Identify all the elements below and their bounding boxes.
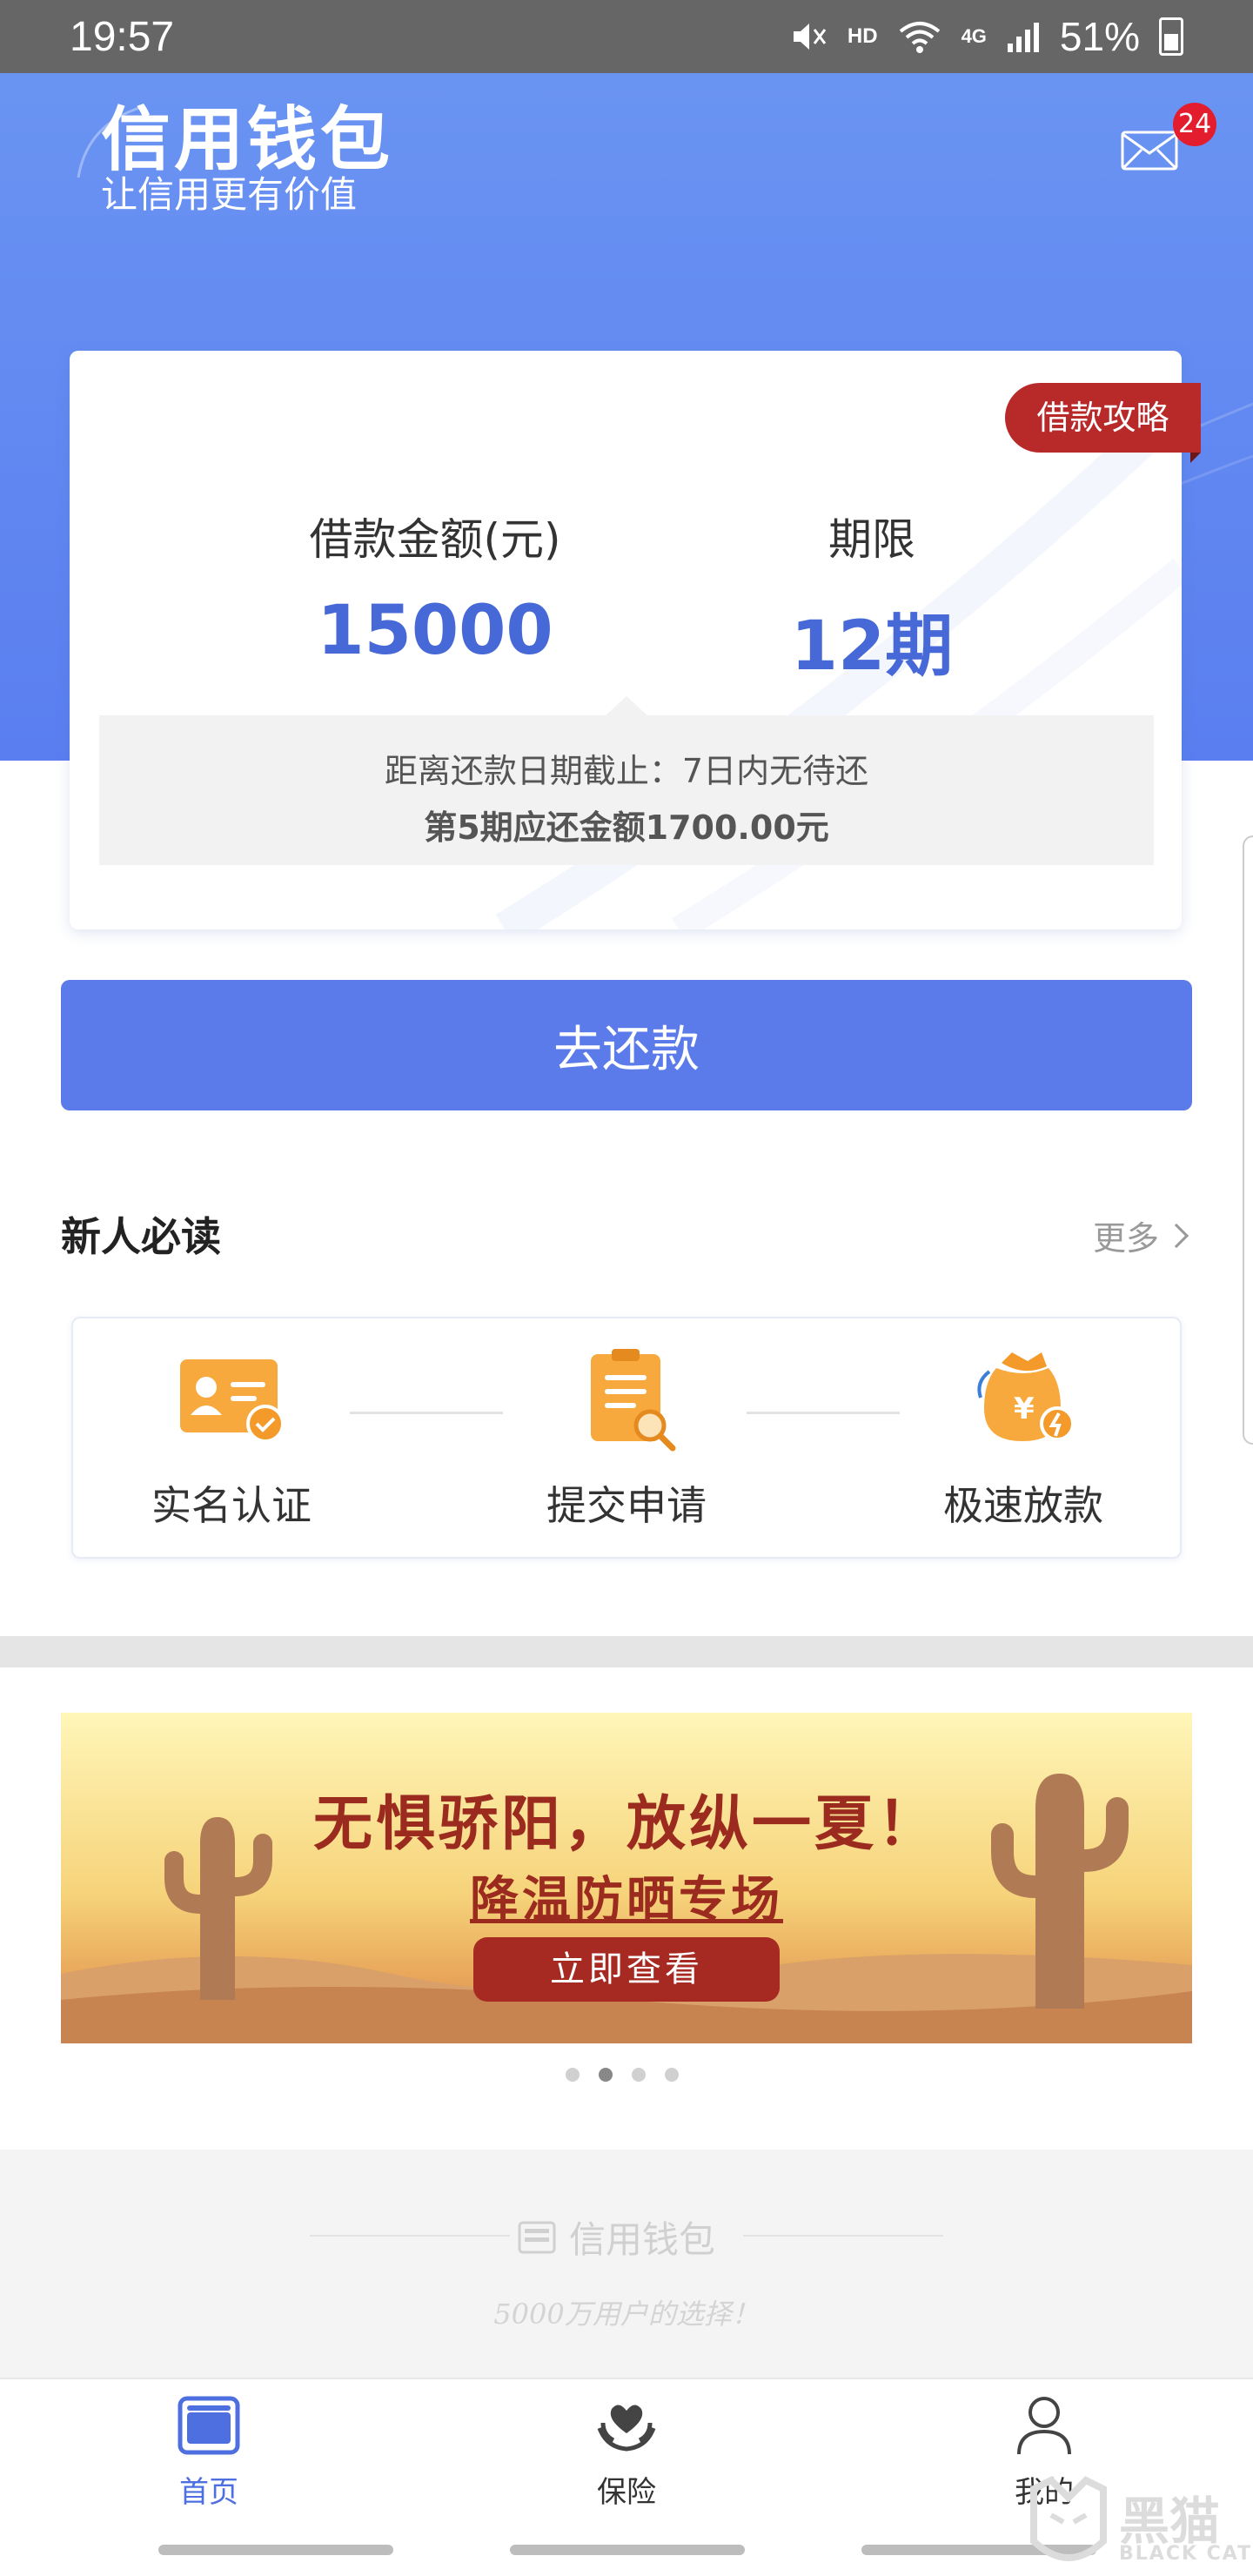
nav-home[interactable]: 首页 [122, 2393, 296, 2511]
carousel-dot[interactable] [566, 2068, 580, 2082]
watermark-sub: BLACK CAT [1119, 2543, 1253, 2565]
system-nav-handle[interactable] [510, 2545, 745, 2555]
newbie-section-title: 新人必读 [61, 1213, 221, 1260]
banner-view-now-button[interactable]: 立即查看 [473, 1937, 780, 2002]
footer-tagline: 5000万用户的选择！ [493, 2298, 760, 2331]
more-link[interactable]: 更多 [1093, 1211, 1189, 1259]
step-label: 提交申请 [546, 1482, 707, 1529]
repayment-deadline-text: 距离还款日期截止：7日内无待还 [384, 752, 869, 790]
loan-amount-value: 15000 [317, 592, 553, 670]
chevron-right-icon [1163, 1223, 1189, 1248]
carousel-dot[interactable] [632, 2068, 646, 2082]
step-connector [747, 1412, 900, 1414]
step-submit-application[interactable]: 提交申请 [496, 1347, 757, 1532]
loan-term-label: 期限 [828, 514, 915, 565]
promo-banner[interactable]: 无惧骄阳，放纵一夏！ 降温防晒专场 立即查看 [61, 1713, 1192, 2043]
id-card-icon [180, 1359, 285, 1443]
message-count-badge: 24 [1173, 103, 1217, 146]
battery-percent: 51% [1059, 14, 1140, 59]
loan-amount-label: 借款金额(元) [309, 514, 561, 565]
app-screen: 19:57 HD 4G 51% 信用钱包 让信用更有价值 24 借款攻略 借款金… [0, 0, 1253, 2576]
step-fast-disbursement[interactable]: ¥ 极速放款 [893, 1347, 1154, 1532]
heart-hands-icon [597, 2405, 656, 2452]
notice-pointer [606, 696, 647, 715]
hd-label: HD [847, 24, 878, 48]
mute-icon [793, 23, 827, 50]
nav-label: 首页 [179, 2475, 238, 2510]
carousel-dot[interactable] [665, 2068, 679, 2082]
nav-label: 保险 [597, 2475, 656, 2510]
footer-divider-right [743, 2235, 943, 2237]
step-connector [350, 1412, 503, 1414]
step-real-name[interactable]: 实名认证 [101, 1347, 362, 1532]
nav-insurance[interactable]: 保险 [539, 2393, 714, 2511]
app-slogan: 让信用更有价值 [101, 173, 358, 216]
step-label: 极速放款 [943, 1482, 1103, 1529]
more-link-label: 更多 [1093, 1219, 1160, 1258]
mail-icon[interactable] [1121, 131, 1178, 171]
signal-icon [1007, 23, 1039, 52]
clipboard-icon [591, 1349, 676, 1452]
footer-brand-name: 信用钱包 [569, 2218, 716, 2261]
money-bag-icon: ¥ [977, 1352, 1075, 1441]
status-indicators: HD 4G 51% [790, 13, 1183, 60]
side-panel-handle[interactable] [1243, 835, 1253, 1445]
system-nav-handle[interactable] [158, 2545, 393, 2555]
banner-title: 无惧骄阳，放纵一夏！ [312, 1790, 940, 1859]
battery-icon [1159, 17, 1183, 56]
network-type: 4G [961, 25, 987, 47]
wifi-icon [899, 22, 940, 53]
footer-brand: 信用钱包 [517, 2210, 715, 2264]
carousel-dot-active[interactable] [599, 2068, 613, 2082]
home-icon [178, 2396, 240, 2455]
loan-guide-tag[interactable]: 借款攻略 [1005, 383, 1201, 463]
loan-term-value: 12期 [790, 607, 954, 686]
user-icon [1017, 2397, 1071, 2455]
step-label: 实名认证 [151, 1482, 312, 1529]
footer-divider-left [310, 2235, 510, 2237]
status-bar: 19:57 HD 4G 51% [0, 0, 1253, 73]
wallet-icon [518, 2221, 556, 2253]
banner-subtitle: 降温防晒专场 [470, 1872, 783, 1929]
svg-text:¥: ¥ [1014, 1392, 1035, 1426]
installment-due-text: 第5期应还金额1700.00元 [424, 808, 829, 847]
footer-area [0, 2150, 1253, 2378]
carousel-indicator [566, 2068, 679, 2082]
section-divider [0, 1636, 1253, 1667]
repay-button[interactable]: 去还款 [61, 980, 1192, 1110]
status-time: 19:57 [70, 13, 175, 60]
